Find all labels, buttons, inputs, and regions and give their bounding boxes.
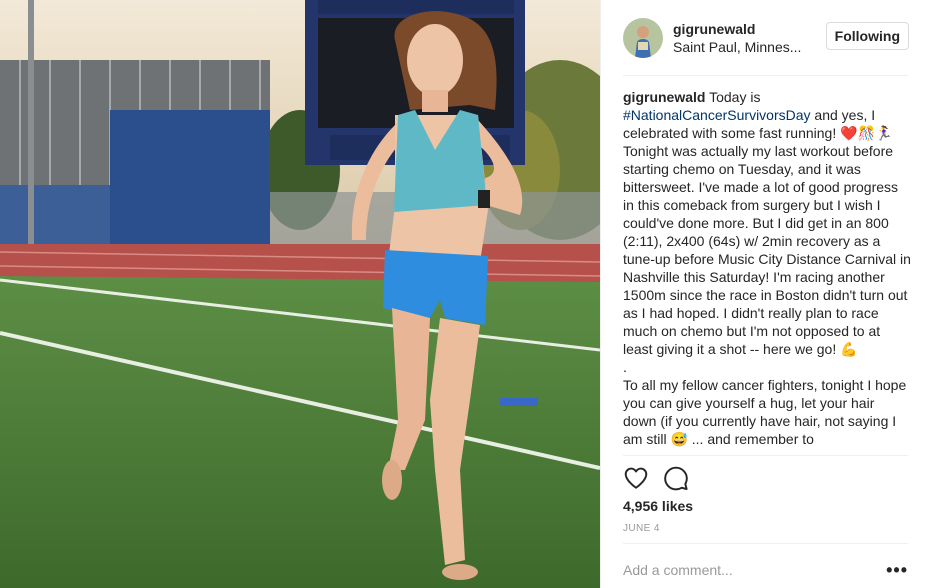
muscle-emoji: 💪 [840, 341, 858, 357]
runner-emoji: 🎊🏃‍♀ [857, 125, 893, 141]
heart-emoji: ❤️ [840, 125, 858, 141]
comment-divider [623, 543, 908, 544]
caption-paragraph-1: gigrunewald Today is #NationalCancerSurv… [623, 88, 911, 358]
heart-outline-icon[interactable] [623, 465, 649, 491]
instagram-post: gigrunewald Saint Paul, Minnes... Follow… [0, 0, 928, 588]
caption-dot: . [623, 359, 627, 375]
caption-part-3: To all my fellow cancer fighters, tonigh… [623, 377, 907, 447]
caption-username[interactable]: gigrunewald [623, 89, 705, 105]
following-button[interactable]: Following [825, 22, 909, 50]
action-bar [623, 463, 703, 493]
runner-photo-illustration [0, 0, 600, 588]
header-divider [623, 75, 908, 76]
avatar[interactable] [623, 18, 663, 58]
post-photo[interactable] [0, 0, 600, 588]
more-options-icon[interactable]: ••• [886, 561, 908, 579]
likes-count[interactable]: 4,956 likes [623, 497, 693, 515]
post-header: gigrunewald Saint Paul, Minnes... Follow… [601, 0, 928, 76]
comment-row: ••• [623, 556, 908, 584]
post-date[interactable]: JUNE 4 [623, 523, 660, 534]
header-username[interactable]: gigrunewald [673, 20, 813, 38]
caption: gigrunewald Today is #NationalCancerSurv… [623, 88, 911, 454]
speech-bubble-icon[interactable] [663, 465, 689, 491]
comment-input[interactable] [623, 562, 873, 578]
hashtag-link[interactable]: #NationalCancerSurvivorsDay [623, 107, 811, 123]
caption-intro: Today is [705, 89, 761, 105]
location-link[interactable]: Saint Paul, Minnes... [673, 38, 813, 56]
post-details-panel: gigrunewald Saint Paul, Minnes... Follow… [600, 0, 928, 588]
caption-part-2: Tonight was actually my last workout bef… [623, 143, 911, 357]
user-block: gigrunewald Saint Paul, Minnes... [673, 20, 813, 56]
actions-divider [623, 455, 908, 456]
